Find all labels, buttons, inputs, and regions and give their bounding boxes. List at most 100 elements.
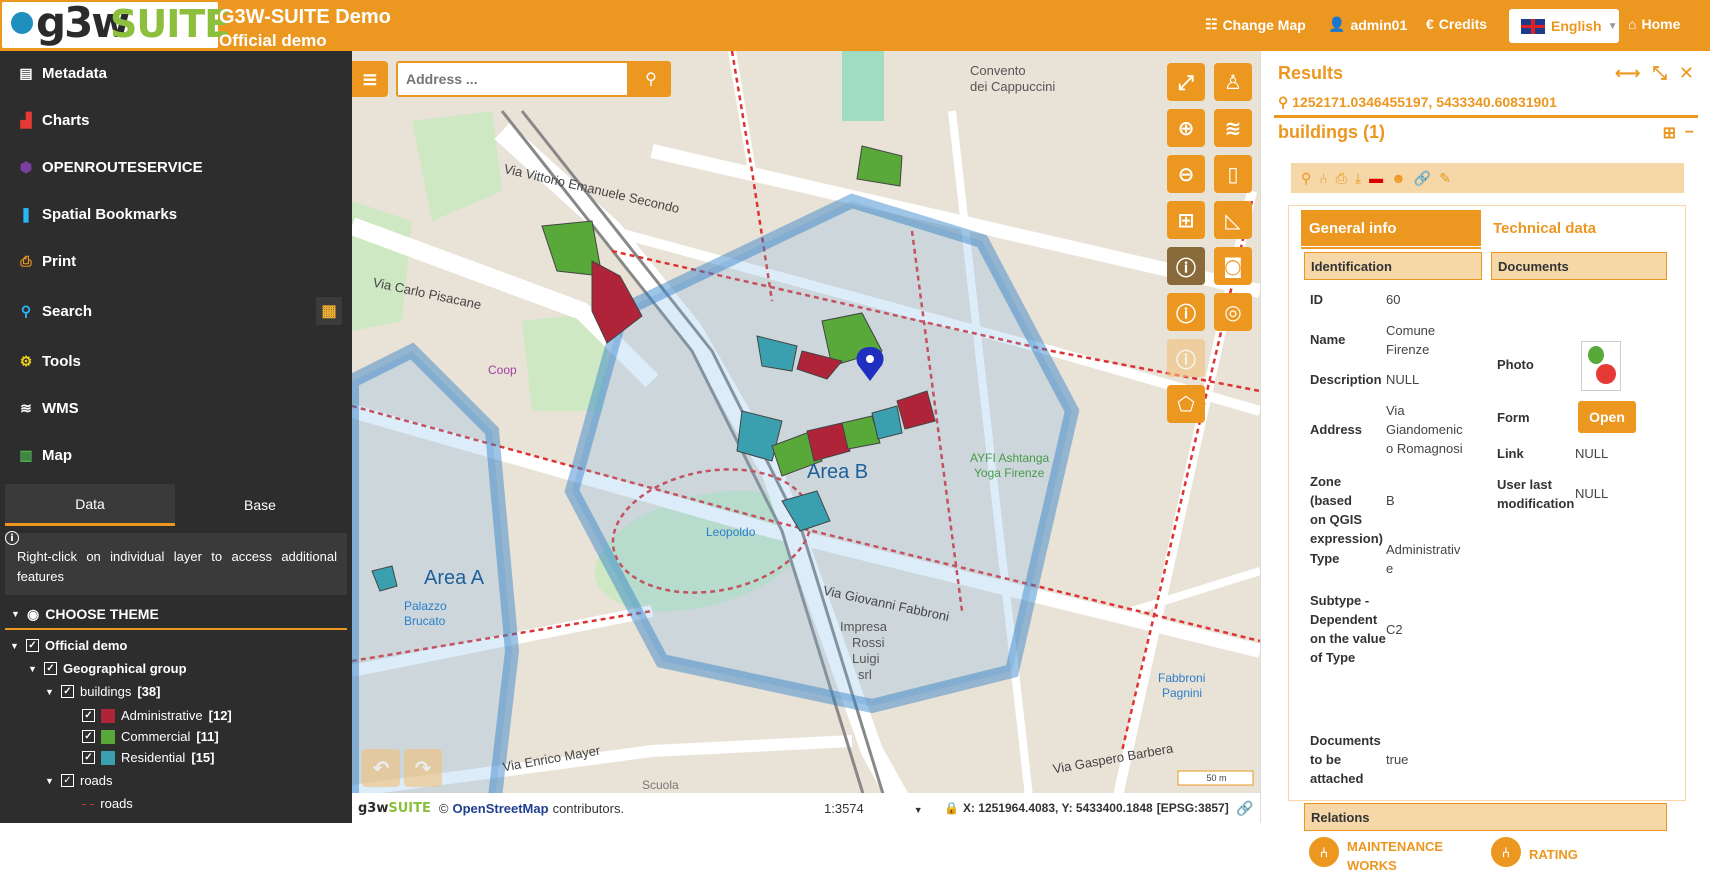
zoom-to-feature-icon[interactable]: ⚲ bbox=[1301, 170, 1311, 187]
query-draw-button[interactable]: ⬠ bbox=[1167, 385, 1205, 423]
tab-data[interactable]: Data bbox=[5, 484, 175, 526]
sidebar-item-openrouteservice[interactable]: ⬢ OPENROUTESERVICE bbox=[0, 145, 352, 189]
key-line: Dependent bbox=[1310, 612, 1378, 627]
field-value: NULL bbox=[1575, 446, 1609, 461]
sidebar-item-charts[interactable]: ▟ Charts bbox=[0, 98, 352, 142]
calculator-icon[interactable]: ▦ bbox=[316, 297, 342, 325]
query-bbox-button[interactable]: ⓘ bbox=[1167, 293, 1205, 331]
area-a-label: Area A bbox=[424, 567, 485, 589]
user-menu[interactable]: 👤 admin01 bbox=[1328, 16, 1407, 33]
field-key: Documents to be attached bbox=[1304, 731, 1386, 788]
field-key: Address bbox=[1310, 422, 1363, 437]
tab-technical-data[interactable]: Technical data bbox=[1485, 210, 1667, 246]
screenshot-button[interactable]: ◙ bbox=[1214, 247, 1252, 285]
tree-count: [15] bbox=[191, 750, 215, 765]
menu-toggle-button[interactable]: ≡ bbox=[352, 61, 388, 97]
photo-thumbnail[interactable] bbox=[1581, 341, 1621, 391]
zoom-box-button[interactable]: ⊞ bbox=[1167, 201, 1205, 239]
address-search-button[interactable]: ⚲ bbox=[631, 61, 671, 97]
remove-feature-icon[interactable]: ▬ bbox=[1369, 170, 1383, 186]
relation-maintenance-works[interactable]: ⑃ MAINTENANCE WORKS bbox=[1309, 837, 1443, 875]
tree-roads-leaf[interactable]: - - roads bbox=[82, 796, 133, 811]
query-info-button[interactable]: ⓘ bbox=[1167, 247, 1205, 285]
relation-label: RATING bbox=[1529, 847, 1578, 862]
relation-rating[interactable]: ⑃ RATING bbox=[1491, 837, 1578, 867]
sidebar-item-wms[interactable]: ≋ WMS bbox=[0, 386, 352, 430]
sidebar-item-map[interactable]: ▥ Map bbox=[0, 433, 352, 477]
map-label: Brucato bbox=[404, 614, 446, 628]
measure-angle-button[interactable]: ◺ bbox=[1214, 201, 1252, 239]
link-icon[interactable]: 🔗 bbox=[1414, 170, 1431, 187]
section-identification: Identification bbox=[1304, 252, 1482, 280]
change-map-link[interactable]: ☷ Change Map bbox=[1205, 16, 1306, 33]
language-select[interactable]: English ▼ bbox=[1509, 9, 1619, 43]
tab-general-info[interactable]: General info bbox=[1301, 210, 1481, 246]
compress-icon[interactable]: ⤡ bbox=[1653, 63, 1667, 84]
tree-project[interactable]: ▼ ✓ Official demo bbox=[10, 638, 127, 653]
link-icon[interactable]: 🔗 bbox=[1236, 800, 1253, 817]
sidebar-item-tools[interactable]: ⚙ Tools bbox=[0, 339, 352, 383]
sidebar-item-metadata[interactable]: ▤ Metadata bbox=[0, 51, 352, 95]
value-line: Giandomenic bbox=[1386, 422, 1463, 437]
credits-link[interactable]: € Credits bbox=[1426, 16, 1487, 32]
select-icon[interactable]: ☻ bbox=[1391, 170, 1406, 186]
logo-suite-text: SUITE bbox=[388, 800, 431, 816]
fullscreen-button[interactable]: ⤢ bbox=[1167, 63, 1205, 101]
plus-square-icon[interactable]: ⊞ bbox=[1663, 123, 1676, 143]
tree-residential[interactable]: ✓ Residential [15] bbox=[82, 750, 214, 765]
checkbox[interactable]: ✓ bbox=[82, 709, 95, 722]
checkbox[interactable]: ✓ bbox=[26, 639, 39, 652]
add-layer-button[interactable]: ≋ bbox=[1214, 109, 1252, 147]
checkbox[interactable]: ✓ bbox=[82, 751, 95, 764]
sidebar-item-spatial-bookmarks[interactable]: ❚ Spatial Bookmarks bbox=[0, 192, 352, 236]
tree-buildings[interactable]: ▼ ✓ buildings [38] bbox=[45, 684, 160, 699]
zoom-out-button[interactable]: ⊖ bbox=[1167, 155, 1205, 193]
logo-g3w-text: g3w bbox=[358, 800, 389, 816]
redo-button[interactable]: ↷ bbox=[404, 749, 442, 787]
geo-screenshot-button[interactable]: ◎ bbox=[1214, 293, 1252, 331]
tree-label: Geographical group bbox=[63, 661, 187, 676]
minus-icon[interactable]: − bbox=[1685, 124, 1694, 142]
tree-group[interactable]: ▼ ✓ Geographical group bbox=[28, 661, 187, 676]
query-polygon-button[interactable]: ⓘ bbox=[1167, 339, 1205, 377]
open-form-button[interactable]: Open bbox=[1578, 401, 1636, 433]
edit-icon[interactable]: ✎ bbox=[1439, 170, 1451, 187]
hamburger-icon: ≡ bbox=[361, 67, 379, 91]
layer-result-header[interactable]: buildings (1) ⊞ − bbox=[1274, 115, 1698, 147]
home-link[interactable]: ⌂ Home bbox=[1628, 16, 1680, 32]
field-value: Comune Firenze bbox=[1386, 321, 1435, 359]
value-line: Comune bbox=[1386, 323, 1436, 338]
download-icon[interactable]: ⤓ bbox=[1355, 170, 1361, 187]
relation-label: MAINTENANCE WORKS bbox=[1347, 837, 1443, 875]
osm-link[interactable]: OpenStreetMap bbox=[452, 801, 548, 816]
checkbox[interactable]: ✓ bbox=[61, 685, 74, 698]
globe-icon bbox=[9, 10, 35, 36]
checkbox[interactable]: ✓ bbox=[61, 774, 74, 787]
choose-theme-toggle[interactable]: ▼ ◉ CHOOSE THEME bbox=[5, 600, 347, 630]
close-icon[interactable]: ✕ bbox=[1679, 63, 1694, 84]
sidebar-item-label: Metadata bbox=[42, 64, 108, 82]
geolocation-button[interactable]: ♙ bbox=[1214, 63, 1252, 101]
relations-icon[interactable]: ⑃ bbox=[1319, 170, 1327, 186]
field-photo: Photo bbox=[1491, 355, 1575, 374]
sidebar-item-print[interactable]: ⎙ Print bbox=[0, 239, 352, 283]
tree-roads[interactable]: ▼ ✓ roads bbox=[45, 773, 113, 788]
sidebar-item-search[interactable]: ⚲ Search ▦ bbox=[0, 289, 352, 333]
map-canvas[interactable]: Area B Area A Convento dei Cappuccini Vi… bbox=[352, 51, 1260, 823]
tree-administrative[interactable]: ✓ Administrative [12] bbox=[82, 708, 232, 723]
g3w-logo[interactable]: g3w SUITE bbox=[2, 0, 230, 48]
results-window-controls: ⟷ ⤡ ✕ bbox=[1615, 63, 1694, 84]
address-search-input[interactable] bbox=[398, 63, 627, 95]
tab-base[interactable]: Base bbox=[175, 484, 345, 526]
checkbox[interactable]: ✓ bbox=[82, 730, 95, 743]
print-icon[interactable]: ⎙ bbox=[1336, 170, 1347, 187]
scale-select[interactable]: 1:3574 ▼ bbox=[824, 801, 923, 816]
results-panel: Results ⟷ ⤡ ✕ ⚲ 1252171.0346455197, 5433… bbox=[1260, 51, 1710, 873]
ruler-button[interactable]: ▯ bbox=[1214, 155, 1252, 193]
relation-label-line: WORKS bbox=[1347, 858, 1397, 873]
undo-button[interactable]: ↶ bbox=[362, 749, 400, 787]
tree-commercial[interactable]: ✓ Commercial [11] bbox=[82, 729, 219, 744]
resize-horizontal-icon[interactable]: ⟷ bbox=[1615, 63, 1641, 84]
checkbox[interactable]: ✓ bbox=[44, 662, 57, 675]
zoom-in-button[interactable]: ⊕ bbox=[1167, 109, 1205, 147]
